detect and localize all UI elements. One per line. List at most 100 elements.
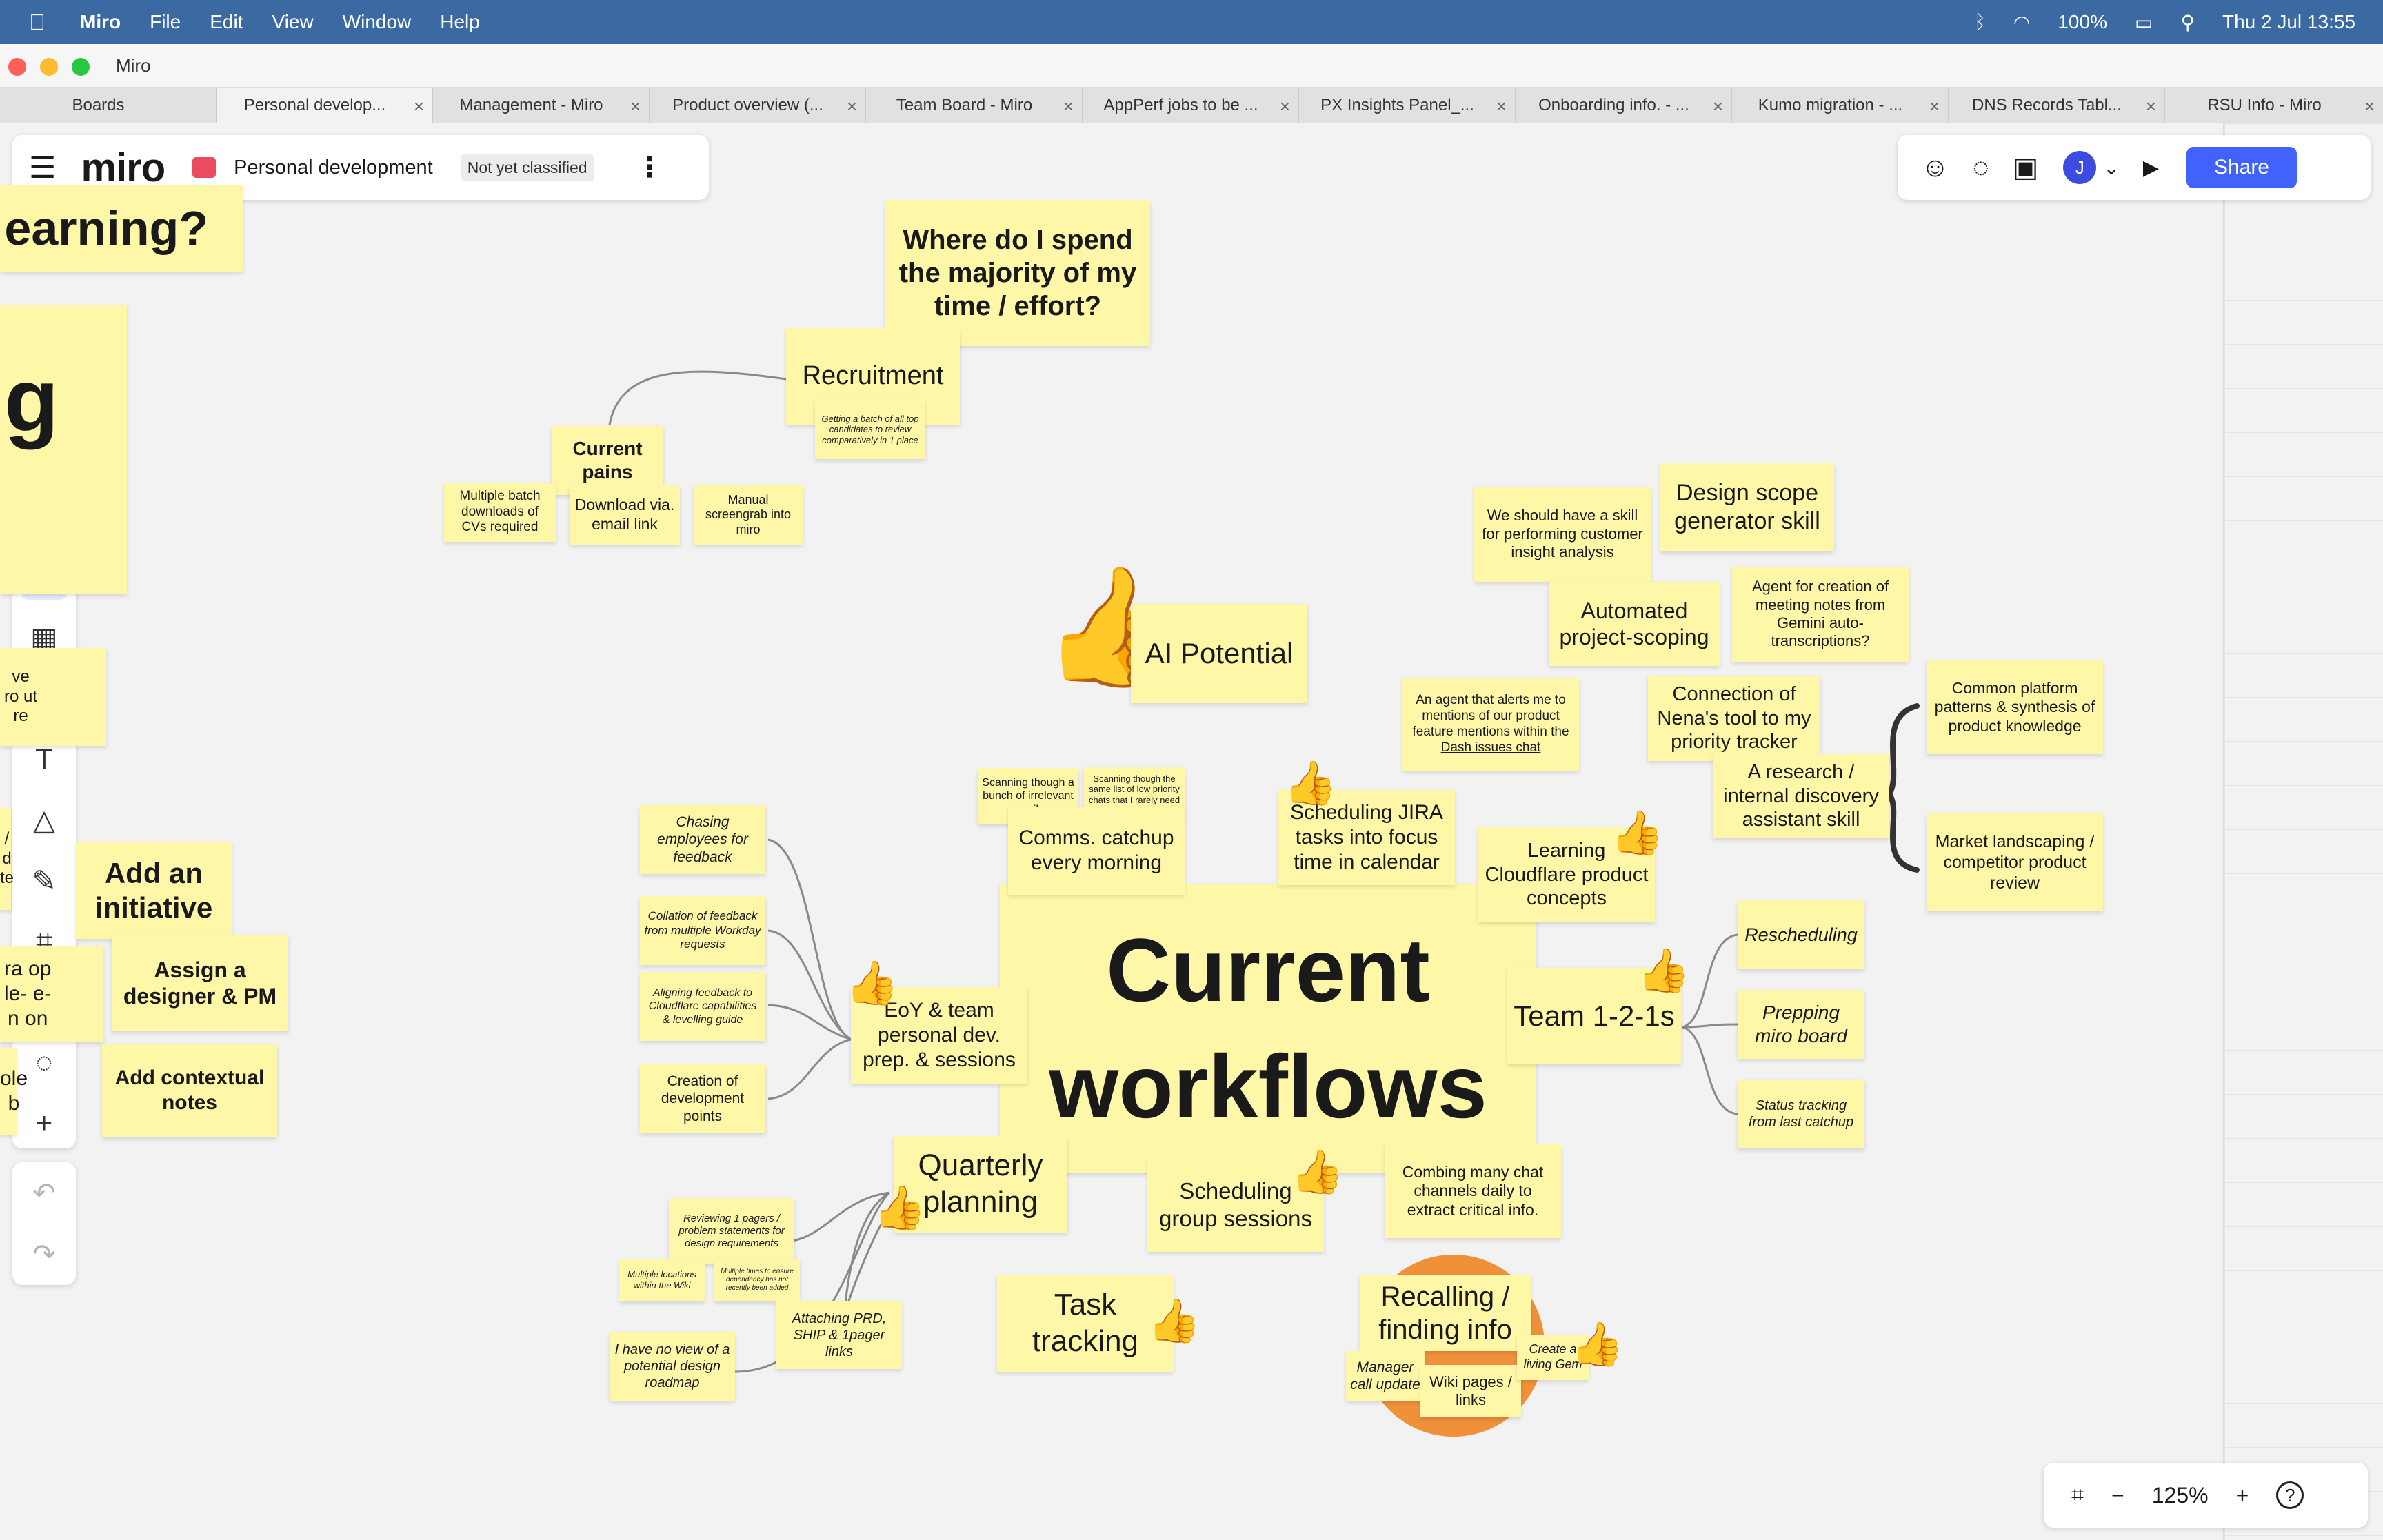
sticky-collation-feedback[interactable]: Collation of feedback from multiple Work… [640, 896, 765, 965]
sticky-text: Add contextual notes [114, 1066, 265, 1114]
sticky-combing-chats[interactable]: Combing many chat channels daily to extr… [1385, 1144, 1561, 1238]
sticky-prepping-board[interactable]: Prepping miro board [1738, 990, 1864, 1059]
sticky-text: EoY & team personal dev. prep. & session… [863, 999, 1016, 1071]
sticky-common-platform[interactable]: Common platform patterns & synthesis of … [1927, 660, 2103, 754]
more-options-icon[interactable]: ⋮ [636, 152, 663, 183]
sticky-attaching-links[interactable]: Attaching PRD, SHIP & 1pager links [776, 1301, 902, 1369]
sticky-research-assistant[interactable]: A research / internal discovery assistan… [1713, 754, 1889, 838]
sticky-text: earning? [4, 201, 208, 255]
sticky-text: A research / internal discovery assistan… [1723, 760, 1879, 831]
sticky-text: Prepping miro board [1755, 1002, 1847, 1046]
sticky-text: Automated project-scoping [1559, 598, 1709, 649]
sticky-fragment-3[interactable]: ra op le- e- n on [0, 946, 103, 1042]
sticky-where-time[interactable]: Where do I spend the majority of my time… [885, 200, 1150, 346]
sticky-text: Reviewing 1 pagers / problem statements … [678, 1213, 785, 1249]
pen-icon[interactable]: ✎ [21, 858, 67, 903]
sticky-automated-scoping[interactable]: Automated project-scoping [1549, 582, 1720, 666]
share-button[interactable]: Share [2186, 147, 2297, 188]
connector-eoy-aligning [767, 1004, 852, 1041]
miro-logo[interactable]: miro [81, 145, 165, 191]
sticky-manager-update[interactable]: Manager call update [1346, 1351, 1425, 1401]
sticky-text: Recalling / finding info [1378, 1281, 1512, 1345]
sticky-agent-alert[interactable]: An agent that alerts me to mentions of o… [1402, 678, 1579, 771]
sticky-big-letter[interactable]: g [0, 305, 127, 594]
zoom-in-icon[interactable]: + [2236, 1483, 2249, 1508]
sticky-text: Task tracking [1032, 1288, 1139, 1358]
video-icon[interactable]: ▣ [2013, 152, 2039, 183]
sticky-recruit-batch[interactable]: Getting a batch of all top candidates to… [815, 400, 925, 459]
reactions-icon[interactable]: ☺ [1921, 152, 1949, 183]
zoom-level[interactable]: 125% [2152, 1483, 2209, 1508]
sticky-assign-designer[interactable]: Assign a designer & PM [112, 935, 288, 1031]
sticky-rescheduling[interactable]: Rescheduling [1738, 900, 1864, 969]
shapes-icon[interactable]: △ [21, 797, 67, 842]
board-icon [192, 157, 217, 178]
sticky-text: Combing many chat channels daily to extr… [1402, 1162, 1544, 1219]
sticky-manual-screengrab[interactable]: Manual screengrab into miro [694, 485, 803, 545]
chevron-down-icon[interactable]: ⌄ [2103, 156, 2119, 179]
sticky-fragment-2[interactable]: / d te [0, 808, 14, 910]
thumbs-up-icon: 👍 [873, 1184, 927, 1232]
sticky-agent-meeting[interactable]: Agent for creation of meeting notes from… [1732, 567, 1909, 662]
classification-badge[interactable]: Not yet classified [460, 154, 594, 181]
sticky-multiple-batch[interactable]: Multiple batch downloads of CVs required [444, 483, 556, 542]
sticky-current-workflows[interactable]: Current workflows [1000, 884, 1536, 1173]
sticky-text: Manager call update [1350, 1359, 1420, 1392]
sticky-market-landscaping[interactable]: Market landscaping / competitor product … [1927, 813, 2103, 911]
zoom-out-icon[interactable]: − [2111, 1483, 2124, 1508]
connector-team-status [1682, 1026, 1738, 1115]
undo-icon[interactable]: ↶ [32, 1177, 56, 1209]
sticky-multiple-times[interactable]: Multiple times to ensure dependency has … [714, 1259, 800, 1301]
sticky-contextual-notes[interactable]: Add contextual notes [102, 1044, 277, 1137]
sticky-add-initiative[interactable]: Add an initiative [76, 842, 232, 939]
thumbs-up-icon: 👍 [1571, 1321, 1625, 1368]
thumbs-up-icon: 👍 [845, 960, 899, 1007]
sticky-nena-tool[interactable]: Connection of Nena's tool to my priority… [1648, 676, 1820, 761]
sticky-design-scope[interactable]: Design scope generator skill [1660, 463, 1834, 551]
connector-research-market [1887, 791, 1920, 873]
comment-icon[interactable]: ◌ [21, 1040, 67, 1085]
sticky-wiki-pages[interactable]: Wiki pages / links [1420, 1365, 1521, 1417]
more-tools-plus-icon[interactable]: + [21, 1100, 67, 1146]
chat-icon[interactable]: ◌ [1973, 152, 1989, 183]
sticky-text: Agent for creation of meeting notes from… [1751, 578, 1889, 650]
sticky-text: ve ro ut re [4, 667, 38, 726]
sticky-multiple-locations[interactable]: Multiple locations within the Wiki [619, 1259, 705, 1301]
sticky-text: Status tracking from last catchup [1748, 1098, 1854, 1130]
connector-recruitment-pains [608, 370, 787, 425]
sticky-status-tracking[interactable]: Status tracking from last catchup [1738, 1080, 1864, 1148]
dash-issues-link[interactable]: Dash issues chat [1441, 740, 1541, 755]
sticky-recalling-info[interactable]: Recalling / finding info [1360, 1275, 1531, 1351]
sticky-text: g [4, 349, 59, 450]
thumbs-up-icon: 👍 [1611, 809, 1665, 857]
sticky-creation-dev-points[interactable]: Creation of development points [640, 1064, 765, 1133]
sticky-text: Where do I spend the majority of my time… [898, 225, 1137, 321]
sticky-fragment-1[interactable]: ve ro ut re [0, 648, 106, 746]
sticky-ai-potential[interactable]: AI Potential [1131, 604, 1307, 703]
sticky-text: Market landscaping / competitor product … [1935, 832, 2095, 893]
sticky-text: Creation of development points [661, 1073, 745, 1124]
sticky-no-roadmap[interactable]: I have no view of a potential design roa… [610, 1332, 735, 1401]
menu-icon[interactable]: ☰ [29, 150, 56, 185]
sticky-download-email[interactable]: Download via. email link [570, 485, 680, 545]
sticky-text: ra op le- e- n on [4, 958, 52, 1030]
thumbs-up-icon: 👍 [1284, 760, 1338, 807]
sticky-reviewing-pagers[interactable]: Reviewing 1 pagers / problem statements … [669, 1198, 794, 1264]
board-name[interactable]: Personal development [234, 156, 433, 179]
sticky-text: Assign a designer & PM [123, 957, 277, 1009]
help-icon[interactable]: ? [2276, 1481, 2304, 1509]
sticky-comms-catchup[interactable]: Comms. catchup every morning [1008, 807, 1185, 895]
redo-icon[interactable]: ↷ [32, 1239, 56, 1270]
sticky-fragment-4[interactable]: ole b [0, 1048, 28, 1135]
sticky-learning[interactable]: earning? [0, 185, 243, 272]
avatar[interactable]: J [2063, 151, 2097, 184]
sticky-current-pains[interactable]: Current pains [552, 426, 663, 495]
sticky-skill-insight[interactable]: We should have a skill for performing cu… [1474, 487, 1651, 582]
sticky-chasing-feedback[interactable]: Chasing employees for feedback [640, 805, 765, 874]
present-play-icon[interactable]: ▶ [2143, 156, 2159, 180]
sticky-text: Manual screengrab into miro [705, 492, 792, 536]
sticky-text: Scheduling JIRA tasks into focus time in… [1290, 801, 1443, 873]
sticky-text-main: An agent that alerts me to mentions of o… [1412, 693, 1569, 739]
fit-to-screen-icon[interactable]: ⌗ [2071, 1482, 2084, 1508]
sticky-aligning-feedback[interactable]: Aligning feedback to Cloudflare capabili… [640, 972, 765, 1041]
